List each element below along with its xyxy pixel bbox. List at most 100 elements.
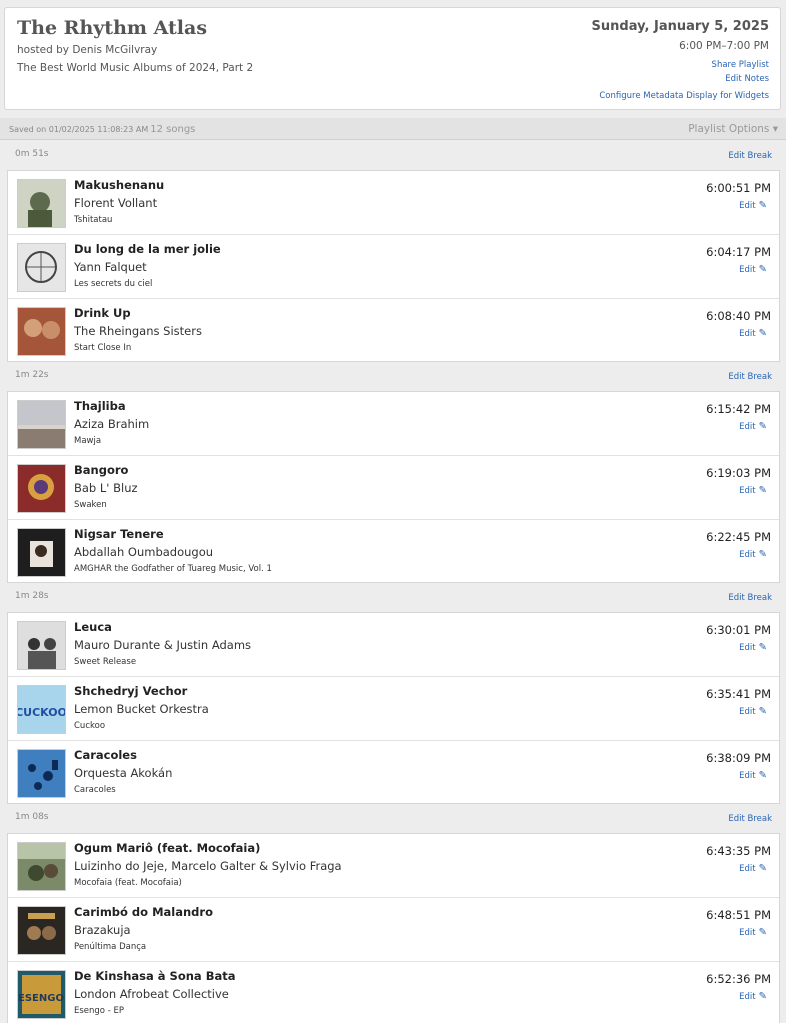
song-row: CUCKOO Shchedryj Vechor Lemon Bucket Orkes…: [8, 677, 779, 741]
song-title: Caracoles: [74, 748, 137, 762]
edit-song-link[interactable]: Edit ✎: [739, 200, 767, 211]
edit-label: Edit: [739, 643, 756, 653]
edit-song-link[interactable]: Edit ✎: [739, 706, 767, 717]
break-row: 1m 28s Edit Break: [0, 583, 786, 611]
song-row: Drink Up The Rheingans Sisters Start Close…: [8, 299, 779, 363]
pencil-icon: ✎: [758, 770, 767, 781]
edit-label: Edit: [739, 550, 756, 560]
pencil-icon: ✎: [758, 421, 767, 432]
song-row: Caracoles Orquesta Akokán Caracoles 6:38:09…: [8, 741, 779, 805]
song-artist: Aziza Brahim: [74, 417, 150, 431]
song-start-time: 6:19:03 PM: [706, 466, 771, 480]
song-count: 12 songs: [150, 124, 196, 135]
edit-song-link[interactable]: Edit ✎: [739, 642, 767, 653]
song-artist: Orquesta Akokán: [74, 766, 173, 780]
song-album: AMGHAR the Godfather of Tuareg Music, Vo…: [74, 564, 272, 574]
edit-song-link[interactable]: Edit ✎: [739, 863, 767, 874]
song-start-time: 6:43:35 PM: [706, 844, 771, 858]
song-row: Bangoro Bab L' Bluz Swaken 6:19:03 PM Edit ✎: [8, 456, 779, 520]
show-title: The Rhythm Atlas: [17, 17, 208, 39]
song-album: Tshitatau: [74, 215, 113, 225]
edit-break-link[interactable]: Edit Break: [728, 814, 772, 824]
show-date: Sunday, January 5, 2025: [591, 19, 769, 34]
edit-song-link[interactable]: Edit ✎: [739, 264, 767, 275]
edit-break-link[interactable]: Edit Break: [728, 372, 772, 382]
song-title: Du long de la mer jolie: [74, 242, 221, 256]
song-album: Mawja: [74, 436, 102, 446]
album-art: [17, 464, 66, 513]
pencil-icon: ✎: [758, 863, 767, 874]
song-start-time: 6:52:36 PM: [706, 972, 771, 986]
song-album: Mocofaia (feat. Mocofaia): [74, 878, 182, 888]
edit-song-link[interactable]: Edit ✎: [739, 927, 767, 938]
edit-label: Edit: [739, 329, 756, 339]
break-row: 0m 51s Edit Break: [0, 141, 786, 169]
playlist-options-dropdown[interactable]: Playlist Options ▾: [688, 123, 778, 135]
song-artist: Yann Falquet: [74, 260, 147, 274]
edit-song-link[interactable]: Edit ✎: [739, 421, 767, 432]
song-artist: Bab L' Bluz: [74, 481, 138, 495]
song-start-time: 6:04:17 PM: [706, 245, 771, 259]
song-start-time: 6:48:51 PM: [706, 908, 771, 922]
pencil-icon: ✎: [758, 991, 767, 1002]
edit-label: Edit: [739, 265, 756, 275]
song-album: Penúltima Dança: [74, 942, 147, 952]
song-row: ESENGO De Kinshasa à Sona Bata London Afro…: [8, 962, 779, 1023]
song-row: Du long de la mer jolie Yann Falquet Les s…: [8, 235, 779, 299]
album-art: [17, 749, 66, 798]
song-album: Les secrets du ciel: [74, 279, 153, 289]
album-art: [17, 906, 66, 955]
song-artist: London Afrobeat Collective: [74, 987, 229, 1001]
song-album: Cuckoo: [74, 721, 106, 731]
song-album: Sweet Release: [74, 657, 137, 667]
edit-break-link[interactable]: Edit Break: [728, 151, 772, 161]
album-art: [17, 400, 66, 449]
song-artist: Brazakuja: [74, 923, 131, 937]
song-title: Carimbó do Malandro: [74, 905, 213, 919]
album-art: [17, 621, 66, 670]
album-art: [17, 243, 66, 292]
song-row: Thajliba Aziza Brahim Mawja 6:15:42 PM Edit ✎: [8, 392, 779, 456]
song-row: Makushenanu Florent Vollant Tshitatau 6:00:…: [8, 171, 779, 235]
album-art: [17, 528, 66, 577]
svg-text:CUCKOO: CUCKOO: [18, 706, 65, 719]
song-title: Drink Up: [74, 306, 131, 320]
song-row: Carimbó do Malandro Brazakuja Penúltima Da…: [8, 898, 779, 962]
show-time-range: 6:00 PM–7:00 PM: [679, 40, 769, 52]
share-playlist-link[interactable]: Share Playlist: [712, 60, 769, 70]
pencil-icon: ✎: [758, 485, 767, 496]
break-duration: 1m 08s: [15, 812, 49, 822]
saved-on-text: Saved on 01/02/2025 11:08:23 AM 12 songs: [9, 124, 195, 135]
edit-label: Edit: [739, 486, 756, 496]
song-group: Ogum Mariô (feat. Mocofaia) Luizinho do J…: [7, 833, 780, 1023]
save-status-bar: Saved on 01/02/2025 11:08:23 AM 12 songs …: [0, 118, 786, 140]
album-art: [17, 842, 66, 891]
edit-notes-link[interactable]: Edit Notes: [725, 74, 769, 84]
break-row: 1m 08s Edit Break: [0, 804, 786, 832]
break-duration: 0m 51s: [15, 149, 49, 159]
pencil-icon: ✎: [758, 927, 767, 938]
song-group: Leuca Mauro Durante & Justin Adams Sweet R…: [7, 612, 780, 804]
configure-metadata-link[interactable]: Configure Metadata Display for Widgets: [599, 91, 769, 101]
edit-song-link[interactable]: Edit ✎: [739, 991, 767, 1002]
edit-song-link[interactable]: Edit ✎: [739, 549, 767, 560]
song-artist: Luizinho do Jeje, Marcelo Galter & Sylvi…: [74, 859, 342, 873]
pencil-icon: ✎: [758, 706, 767, 717]
song-start-time: 6:00:51 PM: [706, 181, 771, 195]
edit-song-link[interactable]: Edit ✎: [739, 485, 767, 496]
song-title: Bangoro: [74, 463, 129, 477]
song-title: Makushenanu: [74, 178, 165, 192]
episode-title: The Best World Music Albums of 2024, Par…: [17, 62, 254, 74]
edit-label: Edit: [739, 928, 756, 938]
song-album: Swaken: [74, 500, 107, 510]
song-title: Ogum Mariô (feat. Mocofaia): [74, 841, 261, 855]
edit-break-link[interactable]: Edit Break: [728, 593, 772, 603]
song-start-time: 6:08:40 PM: [706, 309, 771, 323]
edit-song-link[interactable]: Edit ✎: [739, 328, 767, 339]
song-title: De Kinshasa à Sona Bata: [74, 969, 236, 983]
edit-song-link[interactable]: Edit ✎: [739, 770, 767, 781]
song-artist: Lemon Bucket Orkestra: [74, 702, 209, 716]
song-start-time: 6:38:09 PM: [706, 751, 771, 765]
edit-label: Edit: [739, 992, 756, 1002]
saved-timestamp: Saved on 01/02/2025 11:08:23 AM: [9, 125, 149, 134]
